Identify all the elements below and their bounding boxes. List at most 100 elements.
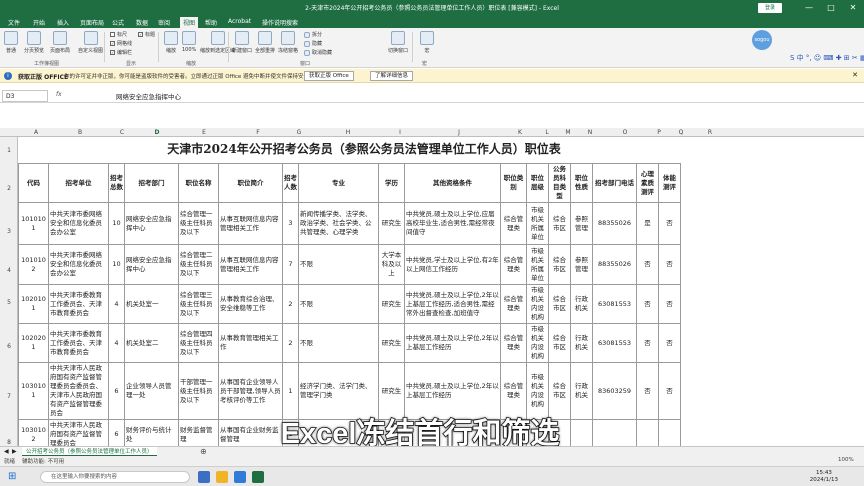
column-header[interactable]: P xyxy=(652,129,666,136)
row-header[interactable]: 1 xyxy=(0,147,18,154)
table-cell[interactable]: 从事教育管理相关工作 xyxy=(218,323,283,363)
name-box[interactable]: D3 xyxy=(2,90,48,102)
sheet-nav-left-icon[interactable]: ◀ xyxy=(4,448,9,455)
tab-data[interactable]: 数据 xyxy=(136,18,148,27)
column-header[interactable]: O xyxy=(618,129,632,136)
table-cell[interactable]: 1020101 xyxy=(18,284,49,324)
table-cell[interactable] xyxy=(658,419,681,450)
table-cell[interactable]: 6 xyxy=(108,362,125,420)
table-cell[interactable]: 综合管理类 xyxy=(500,202,527,245)
ime-toolbar[interactable]: S 中 °, ☺ ⌨ ✚ ⊞ ✂ ▦ xyxy=(790,53,864,63)
table-cell[interactable]: 研究生 xyxy=(378,202,405,245)
column-header[interactable]: F xyxy=(251,129,265,136)
tab-review[interactable]: 审阅 xyxy=(158,18,170,27)
table-cell[interactable]: 网络安全应急指挥中心 xyxy=(124,244,179,285)
table-cell[interactable]: 从事互联网信息内容管理相关工作 xyxy=(218,202,283,245)
table-cell[interactable]: 中共党员,硕士及以上学位,2年以上基层工作经历,适合男性,需经常外出督查检查,加… xyxy=(404,284,501,324)
zoom-level[interactable]: 100% xyxy=(838,457,854,463)
page-break-preview-button[interactable]: 分页预览 xyxy=(24,31,44,54)
file-explorer-icon[interactable] xyxy=(216,471,228,483)
table-cell[interactable]: 行政机关 xyxy=(570,284,593,324)
tab-file[interactable]: 文件 xyxy=(8,18,20,27)
column-title[interactable]: 招考人数 xyxy=(282,163,299,203)
column-header[interactable]: B xyxy=(70,129,90,136)
close-icon[interactable]: ✕ xyxy=(852,71,858,79)
column-title[interactable]: 职位类别 xyxy=(500,163,527,203)
row-header[interactable]: 3 xyxy=(0,228,18,235)
table-cell[interactable]: 综合市区 xyxy=(548,284,571,324)
column-header[interactable]: H xyxy=(341,129,355,136)
row-header[interactable]: 8 xyxy=(0,439,18,446)
table-cell[interactable]: 研究生 xyxy=(378,284,405,324)
login-button[interactable]: 登录 xyxy=(758,3,782,13)
tab-home[interactable]: 开始 xyxy=(33,18,45,27)
table-cell[interactable]: 88355026 xyxy=(592,244,637,285)
column-title[interactable]: 招考部门电话 xyxy=(592,163,637,203)
table-cell[interactable]: 中共天津市人民政府国有资产监督管理委员会 xyxy=(48,419,109,450)
table-cell[interactable]: 否 xyxy=(658,323,681,363)
excel-icon[interactable] xyxy=(252,471,264,483)
table-cell[interactable]: 财务监督管理 xyxy=(178,419,219,450)
table-cell[interactable]: 综合市区 xyxy=(548,323,571,363)
freeze-panes-button[interactable]: 冻结窗格 xyxy=(278,31,298,54)
table-cell[interactable]: 中共天津市委网络安全和信息化委员会办公室 xyxy=(48,244,109,285)
formula-input[interactable]: 网络安全应急指挥中心 xyxy=(116,91,181,101)
table-cell[interactable]: 中共党员,硕士及以上学位,2年以上基层工作经历 xyxy=(404,323,501,363)
table-cell[interactable]: 1010101 xyxy=(18,202,49,245)
table-cell[interactable]: 新闻传播学类、法学类、政治学类、社会学类、公共管理类、心理学类 xyxy=(298,202,379,245)
table-cell[interactable] xyxy=(636,419,659,450)
table-cell[interactable]: 从事教育综合治理、安全维稳等工作 xyxy=(218,284,283,324)
zoom-button[interactable]: 缩放 xyxy=(164,31,178,54)
table-cell[interactable]: 机关处室二 xyxy=(124,323,179,363)
maximize-icon[interactable]: □ xyxy=(822,2,840,14)
table-cell[interactable]: 综合管理类 xyxy=(500,323,527,363)
status-accessibility[interactable]: 辅助功能: 不可用 xyxy=(22,457,64,465)
column-title[interactable]: 公务员科目类型 xyxy=(548,163,571,203)
column-header[interactable]: I xyxy=(393,129,407,136)
table-cell[interactable]: 综合管理一级主任科员及以下 xyxy=(178,202,219,245)
table-cell[interactable] xyxy=(592,419,637,450)
table-cell[interactable]: 网络安全应急指挥中心 xyxy=(124,202,179,245)
tell-me-search[interactable]: 操作说明搜索 xyxy=(262,18,298,27)
table-cell[interactable]: 不限 xyxy=(298,323,379,363)
normal-view-button[interactable]: 普通 xyxy=(4,31,18,54)
table-cell[interactable]: 综合管理二级主任科员及以下 xyxy=(178,244,219,285)
table-cell[interactable]: 否 xyxy=(636,362,659,420)
column-header[interactable]: J xyxy=(452,129,466,136)
taskbar-clock[interactable]: 15:43 2024/1/13 xyxy=(810,470,838,484)
column-title[interactable]: 心理素质测评 xyxy=(636,163,659,203)
row-header[interactable]: 4 xyxy=(0,267,18,274)
column-header[interactable]: M xyxy=(561,129,575,136)
macros-button[interactable]: 宏 xyxy=(420,31,434,54)
column-title[interactable]: 学历 xyxy=(378,163,405,203)
table-cell[interactable]: 市级机关内设机构 xyxy=(526,323,549,363)
table-cell[interactable]: 市级机关所属单位 xyxy=(526,202,549,245)
column-title[interactable]: 职位简介 xyxy=(218,163,283,203)
column-header[interactable]: L xyxy=(540,129,554,136)
arrange-all-button[interactable]: 全部重排 xyxy=(255,31,275,54)
table-cell[interactable]: 大学本科及以上 xyxy=(378,244,405,285)
table-cell[interactable]: 2 xyxy=(282,284,299,324)
table-cell[interactable]: 中共党员,硕士及以上学位,应届高校毕业生,适合男性,需经常夜间值守 xyxy=(404,202,501,245)
ruler-checkbox[interactable]: 标尺 xyxy=(110,31,127,38)
table-cell[interactable]: 机关处室一 xyxy=(124,284,179,324)
windows-start-icon[interactable]: ⊞ xyxy=(8,471,20,483)
table-cell[interactable]: 6 xyxy=(108,419,125,450)
table-cell[interactable]: 4 xyxy=(108,284,125,324)
sogou-ime-icon[interactable]: sogou xyxy=(752,30,772,50)
table-cell[interactable]: 从事互联网信息内容管理相关工作 xyxy=(218,244,283,285)
table-cell[interactable]: 中共天津市委网络安全和信息化委员会办公室 xyxy=(48,202,109,245)
table-cell[interactable]: 否 xyxy=(658,244,681,285)
table-cell[interactable]: 1020201 xyxy=(18,323,49,363)
table-cell[interactable]: 88355026 xyxy=(592,202,637,245)
sheet-nav-right-icon[interactable]: ▶ xyxy=(12,448,17,455)
add-sheet-icon[interactable]: ⊕ xyxy=(200,447,207,456)
column-title[interactable]: 体能测评 xyxy=(658,163,681,203)
tab-help[interactable]: 帮助 xyxy=(205,18,217,27)
fx-icon[interactable]: fx xyxy=(56,91,62,98)
gridlines-checkbox[interactable]: ✓ 网格线 xyxy=(110,40,132,47)
formula-bar-checkbox[interactable]: ✓ 编辑栏 xyxy=(110,49,132,56)
table-cell[interactable]: 1010102 xyxy=(18,244,49,285)
zoom-to-selection-button[interactable]: 缩放到选定区域 xyxy=(200,31,235,54)
table-cell[interactable]: 不限 xyxy=(298,244,379,285)
